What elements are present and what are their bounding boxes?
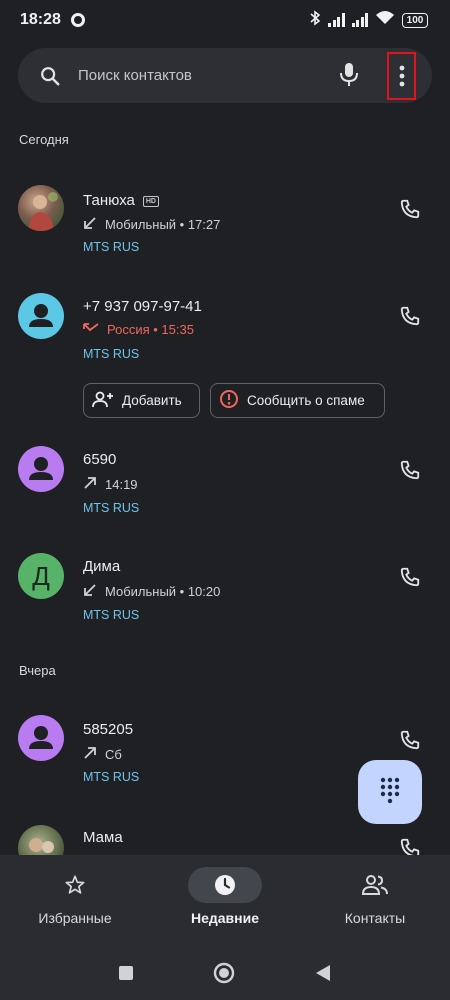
contact-letter-avatar: Д xyxy=(18,553,64,599)
report-spam-label: Сообщить о спаме xyxy=(247,393,365,408)
call-entry[interactable]: 6590 14:19 MTS RUS xyxy=(0,428,450,528)
search-input[interactable]: Поиск контактов xyxy=(78,67,432,84)
contact-avatar xyxy=(18,446,64,492)
carrier-label: MTS RUS xyxy=(83,240,140,254)
outgoing-call-icon xyxy=(83,746,97,763)
add-contact-button[interactable]: Добавить xyxy=(83,383,200,418)
search-icon xyxy=(38,64,62,88)
call-details: Россия • 15:35 xyxy=(83,322,194,337)
call-button[interactable] xyxy=(397,303,423,329)
contact-avatar xyxy=(18,715,64,761)
contact-name: Мама xyxy=(83,829,123,846)
add-person-icon xyxy=(92,390,114,411)
battery-icon: 100 xyxy=(402,12,428,28)
call-details: Сб xyxy=(83,746,122,763)
call-button[interactable] xyxy=(397,564,423,590)
mic-icon[interactable] xyxy=(336,62,362,88)
contact-name: 6590 xyxy=(83,451,117,468)
call-button[interactable] xyxy=(397,196,423,222)
contact-name-text: Танюха xyxy=(83,192,135,209)
call-button[interactable] xyxy=(397,727,423,753)
missed-call-icon xyxy=(83,322,99,337)
contact-name: +7 937 097-97-41 xyxy=(83,298,202,315)
section-header-today: Сегодня xyxy=(19,132,69,147)
report-spam-button[interactable]: Сообщить о спаме xyxy=(210,383,385,418)
add-contact-label: Добавить xyxy=(122,393,182,408)
call-button[interactable] xyxy=(397,835,423,855)
status-time: 18:28 xyxy=(20,11,61,28)
back-button[interactable] xyxy=(312,962,334,984)
carrier-label: MTS RUS xyxy=(83,347,140,361)
contact-name: 585205 xyxy=(83,721,134,738)
clock-icon xyxy=(188,867,262,903)
outgoing-call-icon xyxy=(83,476,97,493)
more-options-icon[interactable] xyxy=(387,52,416,100)
carrier-label: MTS RUS xyxy=(83,608,140,622)
system-navigation-bar xyxy=(0,945,450,1000)
dialpad-icon xyxy=(379,776,401,809)
call-button[interactable] xyxy=(397,457,423,483)
contact-name: Дима xyxy=(83,558,121,575)
tab-favorites[interactable]: Избранные xyxy=(0,855,150,945)
incoming-call-icon xyxy=(83,583,97,600)
call-details: Мобильный • 17:27 xyxy=(83,216,220,233)
call-details: Мобильный • 10:20 xyxy=(83,583,220,600)
carrier-label: MTS RUS xyxy=(83,501,140,515)
call-entry[interactable]: Танюха HD Мобильный • 17:27 MTS RUS xyxy=(0,160,450,260)
dialpad-button[interactable] xyxy=(358,760,422,824)
signal-icon-2 xyxy=(351,13,368,27)
call-entry[interactable]: Д Дима Мобильный • 10:20 MTS RUS xyxy=(0,535,450,635)
contact-name: Танюха HD xyxy=(83,192,159,209)
star-icon xyxy=(38,867,112,903)
bottom-navigation: Избранные Недавние Контакты xyxy=(0,855,450,945)
tab-recent[interactable]: Недавние xyxy=(150,855,300,945)
tab-label: Недавние xyxy=(190,910,260,926)
contacts-icon xyxy=(338,867,412,903)
call-details: 14:19 xyxy=(83,476,138,493)
avatar-letter: Д xyxy=(32,560,50,591)
contact-photo-avatar xyxy=(18,825,64,855)
call-entry[interactable]: +7 937 097-97-41 Россия • 15:35 MTS RUS xyxy=(0,275,450,375)
home-button[interactable] xyxy=(213,962,235,984)
contact-photo-avatar xyxy=(18,185,64,231)
carrier-label: MTS RUS xyxy=(83,770,140,784)
tab-label: Избранные xyxy=(38,910,112,926)
tab-contacts[interactable]: Контакты xyxy=(300,855,450,945)
search-bar[interactable]: Поиск контактов xyxy=(18,48,432,103)
incoming-call-icon xyxy=(83,216,97,233)
tab-label: Контакты xyxy=(344,910,406,926)
signal-icon xyxy=(328,13,345,27)
notification-icon xyxy=(70,13,85,27)
bluetooth-icon xyxy=(309,9,321,31)
call-meta-text: Мобильный • 10:20 xyxy=(105,584,221,599)
hd-badge: HD xyxy=(142,195,159,207)
status-bar: 18:28 100 xyxy=(0,0,450,40)
contact-avatar xyxy=(18,293,64,339)
call-meta-text: Сб xyxy=(105,747,122,762)
call-meta-text: Россия • 15:35 xyxy=(107,322,194,337)
recents-button[interactable] xyxy=(115,962,137,984)
call-meta-text: Мобильный • 17:27 xyxy=(105,217,221,232)
alert-icon xyxy=(219,389,239,412)
wifi-icon xyxy=(375,10,395,30)
call-meta-text: 14:19 xyxy=(105,477,138,492)
section-header-yesterday: Вчера xyxy=(19,663,56,678)
